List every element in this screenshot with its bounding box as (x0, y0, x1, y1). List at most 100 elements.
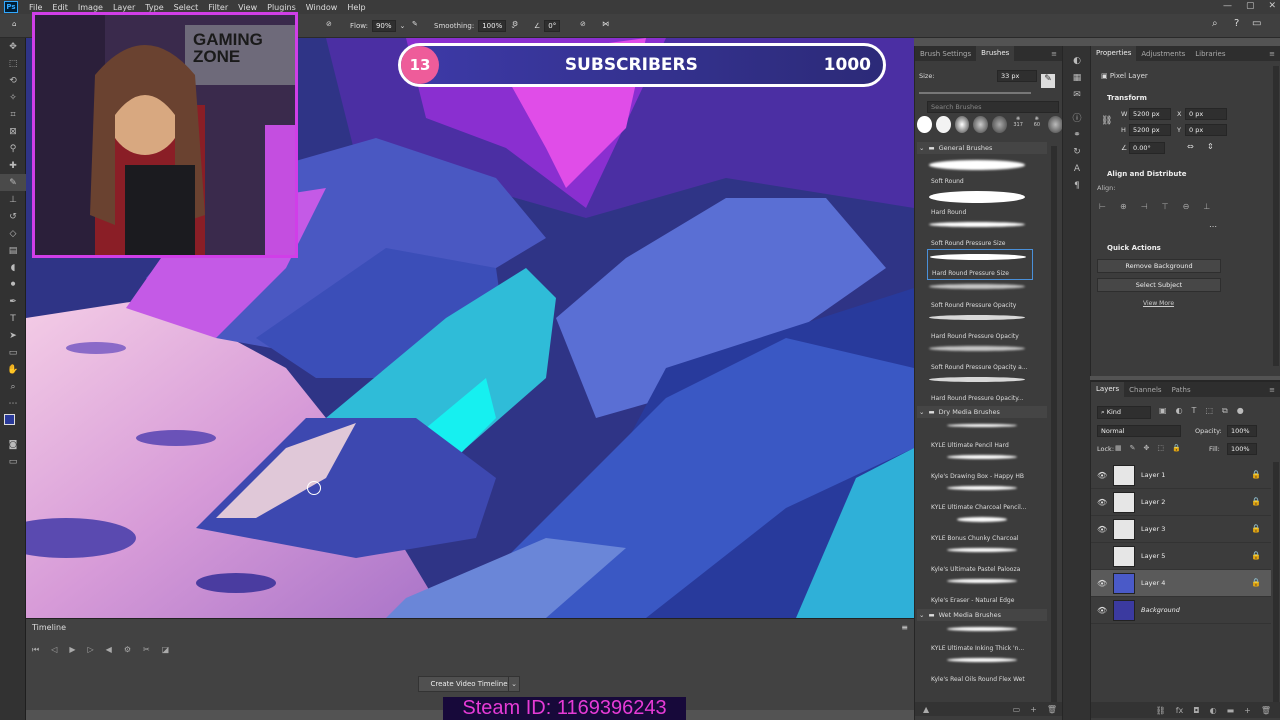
tab-paths[interactable]: Paths (1167, 386, 1196, 394)
eye-icon[interactable]: 👁 (1097, 471, 1107, 480)
brush-item-selected[interactable]: Hard Round Pressure Size (927, 249, 1033, 280)
paragraph-panel-icon[interactable]: ¶ (1063, 177, 1091, 194)
blend-mode-select[interactable]: Normal (1097, 425, 1181, 437)
panel-menu-icon[interactable]: ≡ (901, 623, 908, 632)
blur-tool-icon[interactable]: ◖ (0, 259, 26, 276)
size-input[interactable]: 33 px (997, 70, 1037, 82)
brush-group-general[interactable]: ⌄ ▬ General Brushes (917, 142, 1047, 154)
brush-item[interactable]: Kyle's Drawing Box - Happy HB (927, 451, 1033, 482)
pixel-filter-icon[interactable]: ▣ (1159, 406, 1167, 416)
tab-brushes[interactable]: Brushes (976, 46, 1015, 61)
pen-tool-icon[interactable]: ✒ (0, 293, 26, 310)
width-input[interactable]: 5200 px (1129, 108, 1171, 120)
preset-soft-round-4[interactable] (1048, 116, 1063, 133)
brush-item[interactable]: Hard Round Pressure Opacity... (927, 373, 1033, 404)
align-middle-icon[interactable]: ⊖ (1183, 202, 1190, 211)
brushes-scrollbar[interactable] (1051, 146, 1057, 706)
brush-item[interactable]: Kyle's Ultimate Pastel Palooza (927, 544, 1033, 575)
brush-group-dry-media[interactable]: ⌄ ▬ Dry Media Brushes (917, 406, 1047, 418)
tab-libraries[interactable]: Libraries (1190, 50, 1230, 58)
brush-item[interactable]: KYLE Ultimate Pencil Hard (927, 420, 1033, 451)
gradient-tool-icon[interactable]: ▤ (0, 242, 26, 259)
airbrush-icon[interactable]: ✎ (412, 20, 418, 28)
minimize-icon[interactable]: — (1223, 1, 1232, 11)
new-group-icon[interactable]: ▭ (1013, 705, 1021, 714)
stamp-tool-icon[interactable]: ⊥ (0, 191, 26, 208)
size-slider[interactable] (919, 92, 1031, 94)
flip-vertical-icon[interactable]: ⇕ (1207, 142, 1214, 151)
preset-hard-round[interactable] (917, 116, 932, 133)
frame-tool-icon[interactable]: ⊠ (0, 123, 26, 140)
first-frame-icon[interactable]: ⏮ (32, 645, 39, 655)
screen-mode-icon[interactable]: ▭ (0, 453, 26, 470)
align-right-icon[interactable]: ⊣ (1141, 202, 1148, 211)
smoothing-input[interactable]: 100% (478, 20, 507, 32)
brush-item[interactable]: Kyle's Eraser - Natural Edge (927, 575, 1033, 606)
lock-position-icon[interactable]: ✥ (1144, 444, 1150, 452)
eye-icon[interactable]: 👁 (1097, 606, 1107, 615)
align-left-icon[interactable]: ⊢ (1099, 202, 1106, 211)
create-video-timeline-button[interactable]: Create Video Timeline (418, 676, 520, 692)
menu-layer[interactable]: Layer (108, 3, 140, 12)
crop-tool-icon[interactable]: ⌗ (0, 106, 26, 123)
maximize-icon[interactable]: ▢ (1246, 1, 1255, 11)
search-icon[interactable]: ⌕ (1212, 18, 1218, 29)
brush-item[interactable]: Hard Round (927, 187, 1033, 218)
menu-view[interactable]: View (233, 3, 262, 12)
preset-textured-1[interactable]: ❋ 317 (1011, 116, 1026, 140)
panel-menu-icon[interactable]: ≡ (1046, 50, 1062, 58)
settings-icon[interactable]: ⚙ (124, 645, 131, 655)
filter-toggle-icon[interactable]: ● (1237, 406, 1244, 416)
view-more-link[interactable]: View More (1143, 300, 1174, 307)
trash-icon[interactable]: 🗑 (1261, 706, 1271, 715)
link-layers-icon[interactable]: ⛓ (1156, 706, 1166, 715)
layer-row[interactable]: 👁Layer 5🔒 (1091, 543, 1271, 570)
gear-icon[interactable]: ⚙ (512, 20, 518, 28)
new-brush-icon[interactable]: ✎ (1041, 74, 1055, 88)
workspace-icon[interactable]: ▭ (1252, 18, 1261, 29)
character-panel-icon[interactable]: A (1063, 160, 1091, 177)
quick-select-tool-icon[interactable]: ✧ (0, 89, 26, 106)
brush-tool-icon[interactable]: ✎ (0, 174, 26, 191)
trash-icon[interactable]: 🗑 (1047, 705, 1057, 714)
dodge-tool-icon[interactable]: ⚫ (0, 276, 26, 293)
menu-file[interactable]: File (24, 3, 47, 12)
swatches-panel-icon[interactable]: ▦ (1063, 69, 1091, 86)
move-tool-icon[interactable]: ✥ (0, 38, 26, 55)
brush-item[interactable]: Kyle's Real Oils Round Flex Wet (927, 654, 1033, 685)
info-panel-icon[interactable]: ⓘ (1063, 109, 1091, 126)
layers-scrollbar[interactable] (1273, 462, 1279, 702)
tab-adjustments[interactable]: Adjustments (1136, 50, 1190, 58)
chevron-down-icon[interactable]: ⌄ (508, 676, 520, 692)
chevron-down-icon[interactable]: ⌄ (400, 22, 406, 30)
eyedropper-tool-icon[interactable]: ⚲ (0, 140, 26, 157)
menu-plugins[interactable]: Plugins (262, 3, 301, 12)
color-panel-icon[interactable]: ◐ (1063, 52, 1091, 69)
layer-row-selected[interactable]: 👁 Layer 4 🔒 (1091, 570, 1271, 597)
opacity-input[interactable]: 100% (1227, 425, 1257, 437)
x-input[interactable]: 0 px (1185, 108, 1227, 120)
eye-icon[interactable]: 👁 (1097, 579, 1107, 588)
play-icon[interactable]: ▶ (69, 645, 75, 655)
preset-textured-2[interactable]: ❋ 60 (1030, 116, 1045, 140)
fx-icon[interactable]: fx (1176, 706, 1184, 715)
brush-group-wet-media[interactable]: ⌄ ▬ Wet Media Brushes (917, 609, 1047, 621)
properties-scrollbar[interactable] (1273, 66, 1279, 366)
add-mask-icon[interactable]: ◘ (1193, 706, 1199, 715)
height-input[interactable]: 5200 px (1129, 124, 1171, 136)
comments-panel-icon[interactable]: ✉ (1063, 86, 1091, 103)
history-panel-icon[interactable]: ↻ (1063, 143, 1091, 160)
help-icon[interactable]: ? (1234, 18, 1239, 29)
pressure-size-icon[interactable]: ⊘ (580, 20, 586, 28)
new-layer-icon[interactable]: + (1244, 706, 1251, 715)
split-icon[interactable]: ✂ (143, 645, 150, 655)
eye-icon[interactable]: 👁 (1097, 498, 1107, 507)
preset-soft-round[interactable] (954, 116, 970, 133)
panel-menu-icon[interactable]: ≡ (1264, 386, 1280, 394)
fill-input[interactable]: 100% (1227, 443, 1257, 455)
flow-input[interactable]: 90% (371, 20, 396, 32)
history-brush-icon[interactable]: ↺ (0, 208, 26, 225)
foreground-color-swatch[interactable] (4, 414, 15, 425)
more-tools-icon[interactable]: ⋯ (0, 395, 26, 412)
type-tool-icon[interactable]: T (0, 310, 26, 327)
